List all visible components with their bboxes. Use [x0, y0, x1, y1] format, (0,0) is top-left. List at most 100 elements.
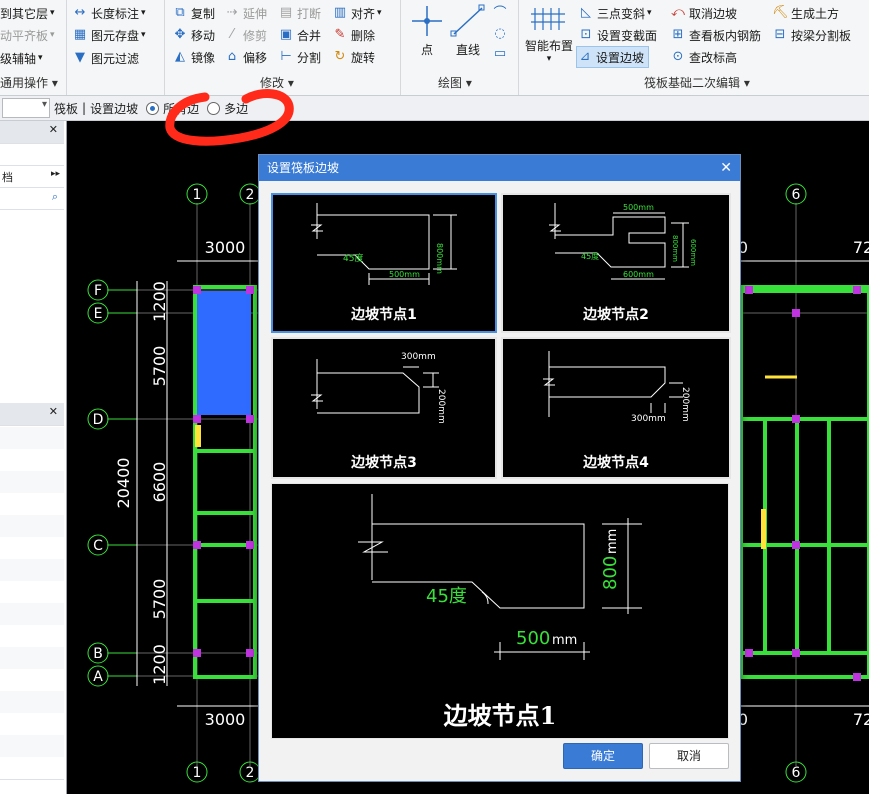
split-button[interactable]: ⊢ 分割: [278, 47, 321, 67]
break-button[interactable]: ▤ 打断: [278, 3, 321, 23]
grid-layout-icon: [531, 8, 565, 30]
set-slope-icon: ⊿: [579, 49, 591, 64]
property-row[interactable]: [0, 559, 64, 582]
left-panel-item[interactable]: 档 ▸▸: [0, 165, 64, 188]
polyline-icon[interactable]: ⌒: [492, 6, 508, 22]
arc-icon[interactable]: ◌: [492, 26, 508, 42]
move-button[interactable]: ✥ 移动: [172, 25, 215, 45]
close-icon[interactable]: ✕: [49, 123, 58, 136]
section-icon: ⊡: [580, 27, 592, 42]
slope-preview-diagram: 45度 500 mm 800 mm 边坡节点1: [358, 494, 642, 730]
cancel-button[interactable]: 取消: [649, 743, 729, 769]
close-icon[interactable]: ✕: [720, 155, 732, 181]
slope-option-3[interactable]: 300mm 200mm 边坡节点3: [271, 337, 497, 479]
copy-to-floor-button[interactable]: 到其它层 ▾: [0, 3, 55, 23]
axis-bubble-bottom: 2: [246, 765, 255, 781]
option3-name: 边坡节点3: [350, 454, 417, 471]
view-slab-rebar-button[interactable]: ⊞ 查看板内钢筋: [670, 25, 761, 45]
align-slab-button[interactable]: 动平齐板 ▾: [0, 25, 55, 45]
split-by-beam-button[interactable]: ⊟ 按梁分割板: [772, 25, 851, 45]
column-node: [193, 541, 201, 549]
edit-elevation-button[interactable]: ⊙ 查改标高: [670, 47, 737, 67]
generate-earthwork-button[interactable]: ⛏ 生成土方: [772, 3, 839, 23]
property-row[interactable]: [0, 713, 64, 736]
column-node: [792, 415, 800, 423]
set-slope-dialog: 设置筏板边坡 ✕ 800mm 45度 500mm 边坡节点1 500mm 800…: [258, 154, 741, 782]
option2-angle-label: 45度: [581, 251, 599, 261]
element-save-button[interactable]: ▦ 图元存盘 ▾: [72, 25, 146, 45]
ok-button[interactable]: 确定: [563, 743, 643, 769]
point-button[interactable]: 点: [410, 4, 444, 58]
left-panel-tree: [0, 211, 64, 401]
length-dimension-button[interactable]: ↔ 长度标注 ▾: [72, 3, 146, 23]
dim-top-3: 72: [853, 238, 869, 257]
delete-icon: ✎: [334, 27, 346, 42]
align-icon: ▥: [333, 5, 347, 20]
property-row[interactable]: [0, 603, 64, 626]
split-icon: ⊢: [280, 49, 292, 64]
delete-button[interactable]: ✎ 删除: [332, 25, 375, 45]
copy-icon: ⧉: [175, 5, 185, 20]
multi-edge-label: 多边: [224, 101, 249, 116]
ribbon-group-general: 到其它层 ▾ 动平齐板 ▾ 级辅轴 ▾ 通用操作 ▾: [0, 0, 67, 95]
option3-width-label: 300mm: [401, 352, 436, 362]
property-row[interactable]: [0, 625, 64, 648]
group-label-modify: 修改 ▾: [260, 76, 294, 90]
save-icon: ▦: [73, 27, 87, 42]
property-row[interactable]: [0, 691, 64, 714]
ribbon-group-modify: ⧉ 复制 ⇢ 延伸 ▤ 打断 ▥ 对齐 ▾ ✥ 移动 ⁄ 修剪 ▣ 合并 ✎ 删除 ◭ 镜像 ⌂ 偏移…: [164, 0, 401, 95]
cancel-slope-button[interactable]: ⤺ 取消边坡: [670, 3, 737, 23]
all-edges-radio[interactable]: [146, 101, 160, 115]
floor-combo[interactable]: [2, 98, 50, 118]
extend-icon: ⇢: [226, 5, 238, 20]
trim-button[interactable]: ⁄ 修剪: [224, 25, 267, 45]
merge-button[interactable]: ▣ 合并: [278, 25, 321, 45]
property-row[interactable]: [0, 735, 64, 758]
offset-icon: ⌂: [227, 49, 237, 64]
extend-button[interactable]: ⇢ 延伸: [224, 3, 267, 23]
set-slope-button[interactable]: ⊿ 设置边坡: [576, 46, 650, 68]
aux-axis-button[interactable]: 级辅轴 ▾: [0, 48, 43, 68]
slope-option-4[interactable]: 300mm 200mm 边坡节点4: [501, 337, 731, 479]
close-icon[interactable]: ✕: [49, 405, 58, 418]
axis-bubble-left: F: [94, 283, 102, 299]
point-icon: [412, 6, 442, 36]
highlight-wall: [761, 509, 766, 549]
axis-bubble-left: E: [94, 306, 103, 322]
offset-button[interactable]: ⌂ 偏移: [224, 47, 267, 67]
property-row[interactable]: [0, 427, 64, 450]
property-row[interactable]: [0, 647, 64, 670]
three-point-slope-button[interactable]: ◺ 三点变斜 ▾: [578, 3, 652, 23]
rotate-button[interactable]: ↻ 旋转: [332, 47, 375, 67]
preview-height-number: 800: [600, 556, 621, 590]
property-row[interactable]: [0, 581, 64, 604]
property-row[interactable]: [0, 537, 64, 560]
draw-more-icons: ⌒ ◌ ▭: [492, 4, 512, 64]
property-row[interactable]: [0, 515, 64, 538]
column-node: [246, 286, 254, 294]
align-button[interactable]: ▥ 对齐 ▾: [332, 3, 382, 23]
smart-layout-button[interactable]: 智能布置 ▾: [522, 4, 576, 64]
search-icon[interactable]: ⌕: [52, 190, 58, 204]
property-row[interactable]: [0, 493, 64, 516]
property-row[interactable]: [0, 757, 64, 780]
dim-left: 5700: [150, 346, 169, 387]
copy-button[interactable]: ⧉ 复制: [172, 3, 215, 23]
set-variable-section-button[interactable]: ⊡ 设置变截面: [578, 25, 657, 45]
property-row[interactable]: [0, 471, 64, 494]
property-row[interactable]: [0, 449, 64, 472]
slope-option-2[interactable]: 500mm 800mm 600mm 45度 600mm 边坡节点2: [501, 193, 731, 333]
slope-option-1[interactable]: 800mm 45度 500mm 边坡节点1: [271, 193, 497, 333]
column-node: [792, 649, 800, 657]
multi-edge-radio[interactable]: [207, 101, 221, 115]
property-row[interactable]: [0, 669, 64, 692]
left-panel-search[interactable]: ⌕: [0, 187, 64, 210]
column-node: [246, 415, 254, 423]
preview-height-unit: mm: [605, 529, 620, 554]
left-panel-header: ✕: [0, 121, 64, 144]
dim-left-total: 20400: [114, 458, 133, 509]
rectangle-icon[interactable]: ▭: [492, 46, 508, 62]
element-filter-button[interactable]: ▼ 图元过滤: [72, 48, 139, 68]
line-button[interactable]: 直线: [450, 4, 486, 58]
mirror-button[interactable]: ◭ 镜像: [172, 47, 215, 67]
